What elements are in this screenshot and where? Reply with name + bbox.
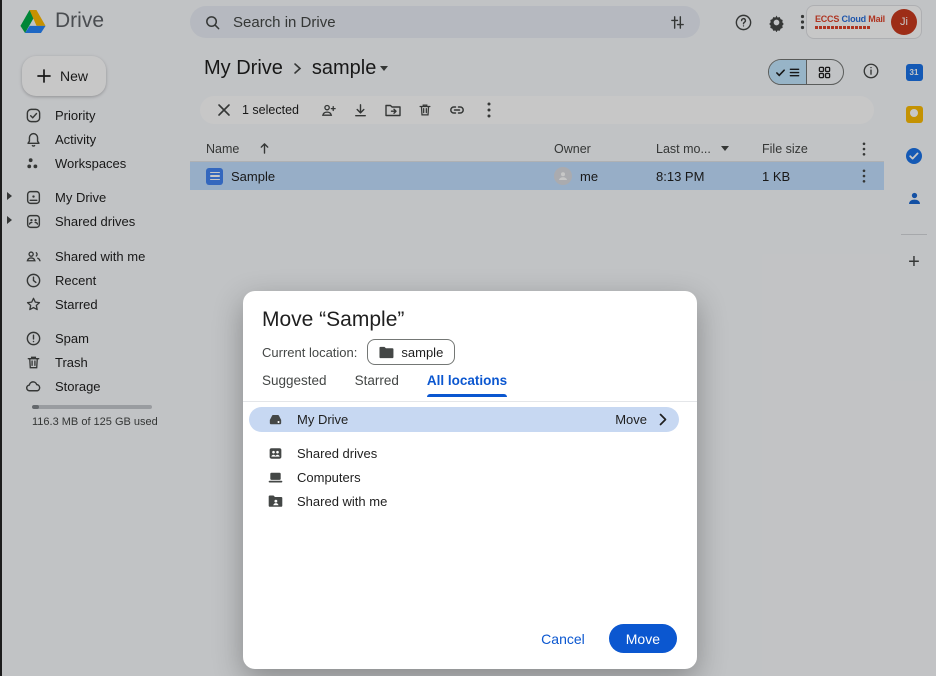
move-dialog: Move “Sample” Current location: sample S…: [243, 291, 697, 669]
location-row-computers[interactable]: Computers: [249, 465, 679, 490]
tabs-divider: [243, 401, 697, 402]
dialog-tabs: Suggested Starred All locations: [262, 373, 507, 397]
move-here-label[interactable]: Move: [615, 412, 647, 427]
location-label: Shared drives: [297, 446, 377, 461]
location-label: Shared with me: [297, 494, 387, 509]
tab-starred[interactable]: Starred: [355, 373, 399, 397]
location-label: My Drive: [297, 412, 348, 427]
current-location-row: Current location: sample: [262, 339, 455, 365]
shared-drives-filled-icon: [266, 445, 284, 463]
dialog-actions: Cancel Move: [541, 624, 677, 653]
folder-icon: [379, 346, 394, 359]
location-row-shared-drives[interactable]: Shared drives: [249, 441, 679, 466]
location-row-my-drive[interactable]: My Drive Move: [249, 407, 679, 432]
tab-all-locations[interactable]: All locations: [427, 373, 507, 397]
tab-suggested[interactable]: Suggested: [262, 373, 327, 397]
computer-icon: [266, 469, 284, 487]
current-location-label: Current location:: [262, 345, 357, 360]
screen-left-edge: [0, 0, 2, 676]
current-location-chip[interactable]: sample: [367, 339, 455, 365]
chevron-right-icon[interactable]: [659, 413, 667, 426]
location-label: Computers: [297, 470, 361, 485]
dialog-title: Move “Sample”: [262, 308, 404, 332]
shared-folder-icon: [266, 493, 284, 511]
location-row-shared-with-me[interactable]: Shared with me: [249, 489, 679, 514]
move-button[interactable]: Move: [609, 624, 677, 653]
cancel-button[interactable]: Cancel: [541, 631, 585, 647]
hard-drive-icon: [266, 411, 284, 429]
current-location-value: sample: [401, 345, 443, 360]
location-row-action: Move: [615, 412, 679, 427]
